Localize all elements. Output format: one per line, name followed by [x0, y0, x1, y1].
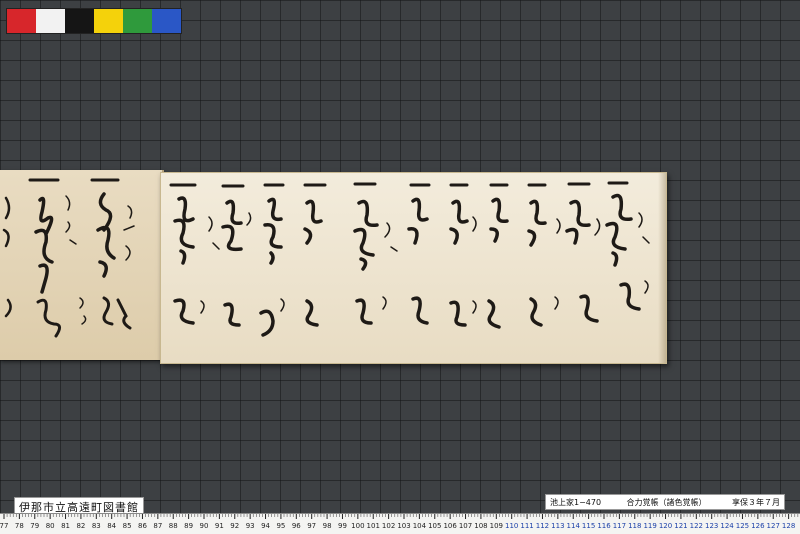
ruler-number: 98 — [323, 522, 332, 530]
ruler-number: 124 — [720, 522, 734, 530]
ruler-number: 83 — [92, 522, 101, 530]
ruler-number: 122 — [690, 522, 703, 530]
ruler-number: 85 — [123, 522, 132, 530]
ruler-number: 102 — [382, 522, 395, 530]
ruler-number: 99 — [338, 522, 347, 530]
document-title: 合力覚帳（諸色覚帳） — [626, 497, 707, 507]
ruler-number: 120 — [659, 522, 672, 530]
left-page-calligraphy — [2, 178, 135, 338]
ruler-number: 82 — [76, 522, 85, 530]
ruler-number: 90 — [200, 522, 209, 530]
collection-number: 池上家1−470 — [550, 497, 602, 507]
ruler-number: 105 — [428, 522, 441, 530]
ruler-number: 107 — [459, 522, 472, 530]
left-page — [0, 170, 164, 360]
ruler-number: 125 — [736, 522, 749, 530]
ruler-number: 81 — [61, 522, 70, 530]
ruler-number: 91 — [215, 522, 224, 530]
ruler-number: 84 — [107, 522, 116, 530]
ruler-number: 80 — [46, 522, 55, 530]
ruler-number: 115 — [582, 522, 595, 530]
document-date: 享保３年７月 — [732, 497, 780, 507]
catalog-label: 池上家1−470 合力覚帳（諸色覚帳） 享保３年７月 — [545, 494, 785, 510]
right-page-calligraphy — [169, 181, 650, 337]
ruler-number: 78 — [15, 522, 24, 530]
color-calibration-chart — [6, 8, 182, 34]
color-swatch — [123, 9, 152, 33]
ruler-number: 116 — [597, 522, 611, 530]
ruler-number: 87 — [153, 522, 162, 530]
ruler-number: 123 — [705, 522, 718, 530]
ruler-number: 126 — [751, 522, 765, 530]
ruler-number: 93 — [246, 522, 255, 530]
ruler-number: 94 — [261, 522, 270, 530]
ruler-number: 100 — [351, 522, 364, 530]
ruler-number: 97 — [307, 522, 316, 530]
ruler-number: 119 — [643, 522, 656, 530]
ruler-number: 106 — [443, 522, 457, 530]
ruler-number: 88 — [169, 522, 178, 530]
color-swatch — [36, 9, 65, 33]
ruler-number: 127 — [767, 522, 780, 530]
document-scroll — [0, 166, 668, 364]
ruler-number: 96 — [292, 522, 301, 530]
ruler-number: 117 — [613, 522, 626, 530]
ruler-number: 112 — [536, 522, 549, 530]
ruler-number: 128 — [782, 522, 795, 530]
ruler-number: 103 — [397, 522, 410, 530]
ruler-number: 95 — [276, 522, 285, 530]
color-swatch — [152, 9, 181, 33]
ruler-scale: 77 78 79 80 81 82 83 84 85 86 87 88 89 90 91 92 93 94 95 96… — [0, 514, 799, 530]
right-page — [160, 172, 667, 364]
measurement-ruler: 77 78 79 80 81 82 83 84 85 86 87 88 89 90 91 92 93 94 95 96… — [0, 513, 800, 534]
ruler-number: 104 — [413, 522, 427, 530]
ruler-number: 110 — [505, 522, 518, 530]
ruler-number: 92 — [230, 522, 239, 530]
ruler-number: 118 — [628, 522, 641, 530]
ruler-number: 109 — [490, 522, 503, 530]
ruler-number: 114 — [567, 522, 581, 530]
ruler-number: 89 — [184, 522, 193, 530]
color-swatch — [94, 9, 123, 33]
ruler-number: 121 — [674, 522, 687, 530]
color-swatch — [65, 9, 94, 33]
ruler-number: 108 — [474, 522, 487, 530]
ruler-number: 79 — [30, 522, 39, 530]
color-swatch — [7, 9, 36, 33]
ruler-number: 86 — [138, 522, 147, 530]
ruler-number: 113 — [551, 522, 564, 530]
ruler-number: 101 — [367, 522, 380, 530]
ruler-number: 77 — [0, 522, 8, 530]
ruler-number: 111 — [520, 522, 533, 530]
